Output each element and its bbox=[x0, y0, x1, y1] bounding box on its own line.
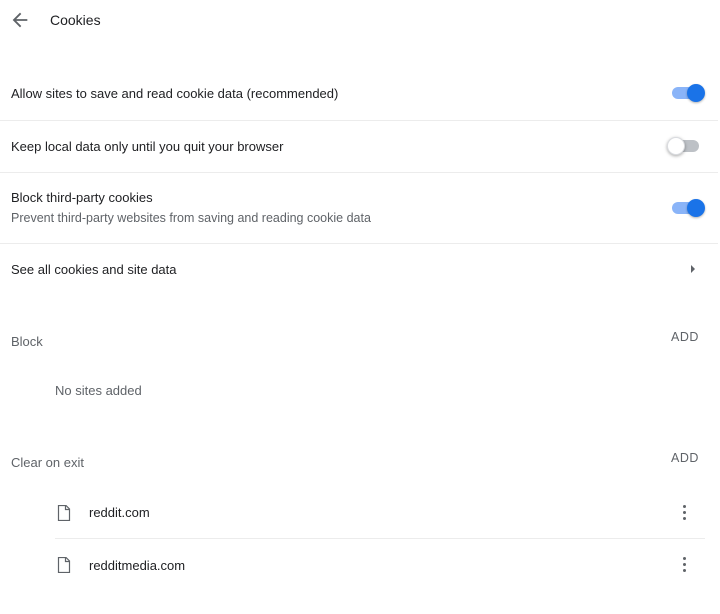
block-third-party-label: Block third-party cookies bbox=[11, 190, 153, 205]
allow-cookies-toggle[interactable] bbox=[670, 83, 706, 103]
block-third-party-toggle[interactable] bbox=[670, 198, 706, 218]
toggle-knob bbox=[687, 199, 705, 217]
toggle-knob bbox=[687, 84, 705, 102]
block-add-button[interactable]: ADD bbox=[671, 330, 711, 344]
block-section-title: Block bbox=[11, 334, 43, 349]
keep-local-data-toggle[interactable] bbox=[667, 136, 703, 156]
more-vert-icon[interactable] bbox=[680, 504, 688, 522]
keep-local-data-label: Keep local data only until you quit your… bbox=[11, 139, 284, 154]
file-icon bbox=[57, 505, 71, 521]
divider bbox=[0, 120, 718, 121]
page-header: Cookies bbox=[0, 0, 720, 42]
file-icon bbox=[57, 557, 71, 573]
clear-on-exit-add-button[interactable]: ADD bbox=[671, 451, 711, 465]
divider bbox=[0, 172, 718, 173]
divider bbox=[0, 243, 718, 244]
toggle-knob bbox=[667, 137, 685, 155]
site-name: reddit.com bbox=[89, 505, 150, 520]
allow-cookies-label: Allow sites to save and read cookie data… bbox=[11, 86, 339, 101]
arrow-right-icon[interactable] bbox=[691, 265, 695, 273]
site-list-item: reddit.com bbox=[40, 488, 705, 538]
block-empty-message: No sites added bbox=[55, 383, 142, 398]
site-list-item: redditmedia.com bbox=[40, 540, 705, 590]
arrow-back-icon[interactable] bbox=[9, 9, 31, 31]
site-name: redditmedia.com bbox=[89, 558, 186, 573]
block-third-party-description: Prevent third-party websites from saving… bbox=[11, 211, 371, 225]
see-all-cookies-link[interactable]: See all cookies and site data bbox=[11, 262, 177, 277]
divider bbox=[55, 538, 705, 539]
more-vert-icon[interactable] bbox=[680, 556, 688, 574]
page-title: Cookies bbox=[50, 12, 101, 28]
clear-on-exit-section-title: Clear on exit bbox=[11, 455, 84, 470]
